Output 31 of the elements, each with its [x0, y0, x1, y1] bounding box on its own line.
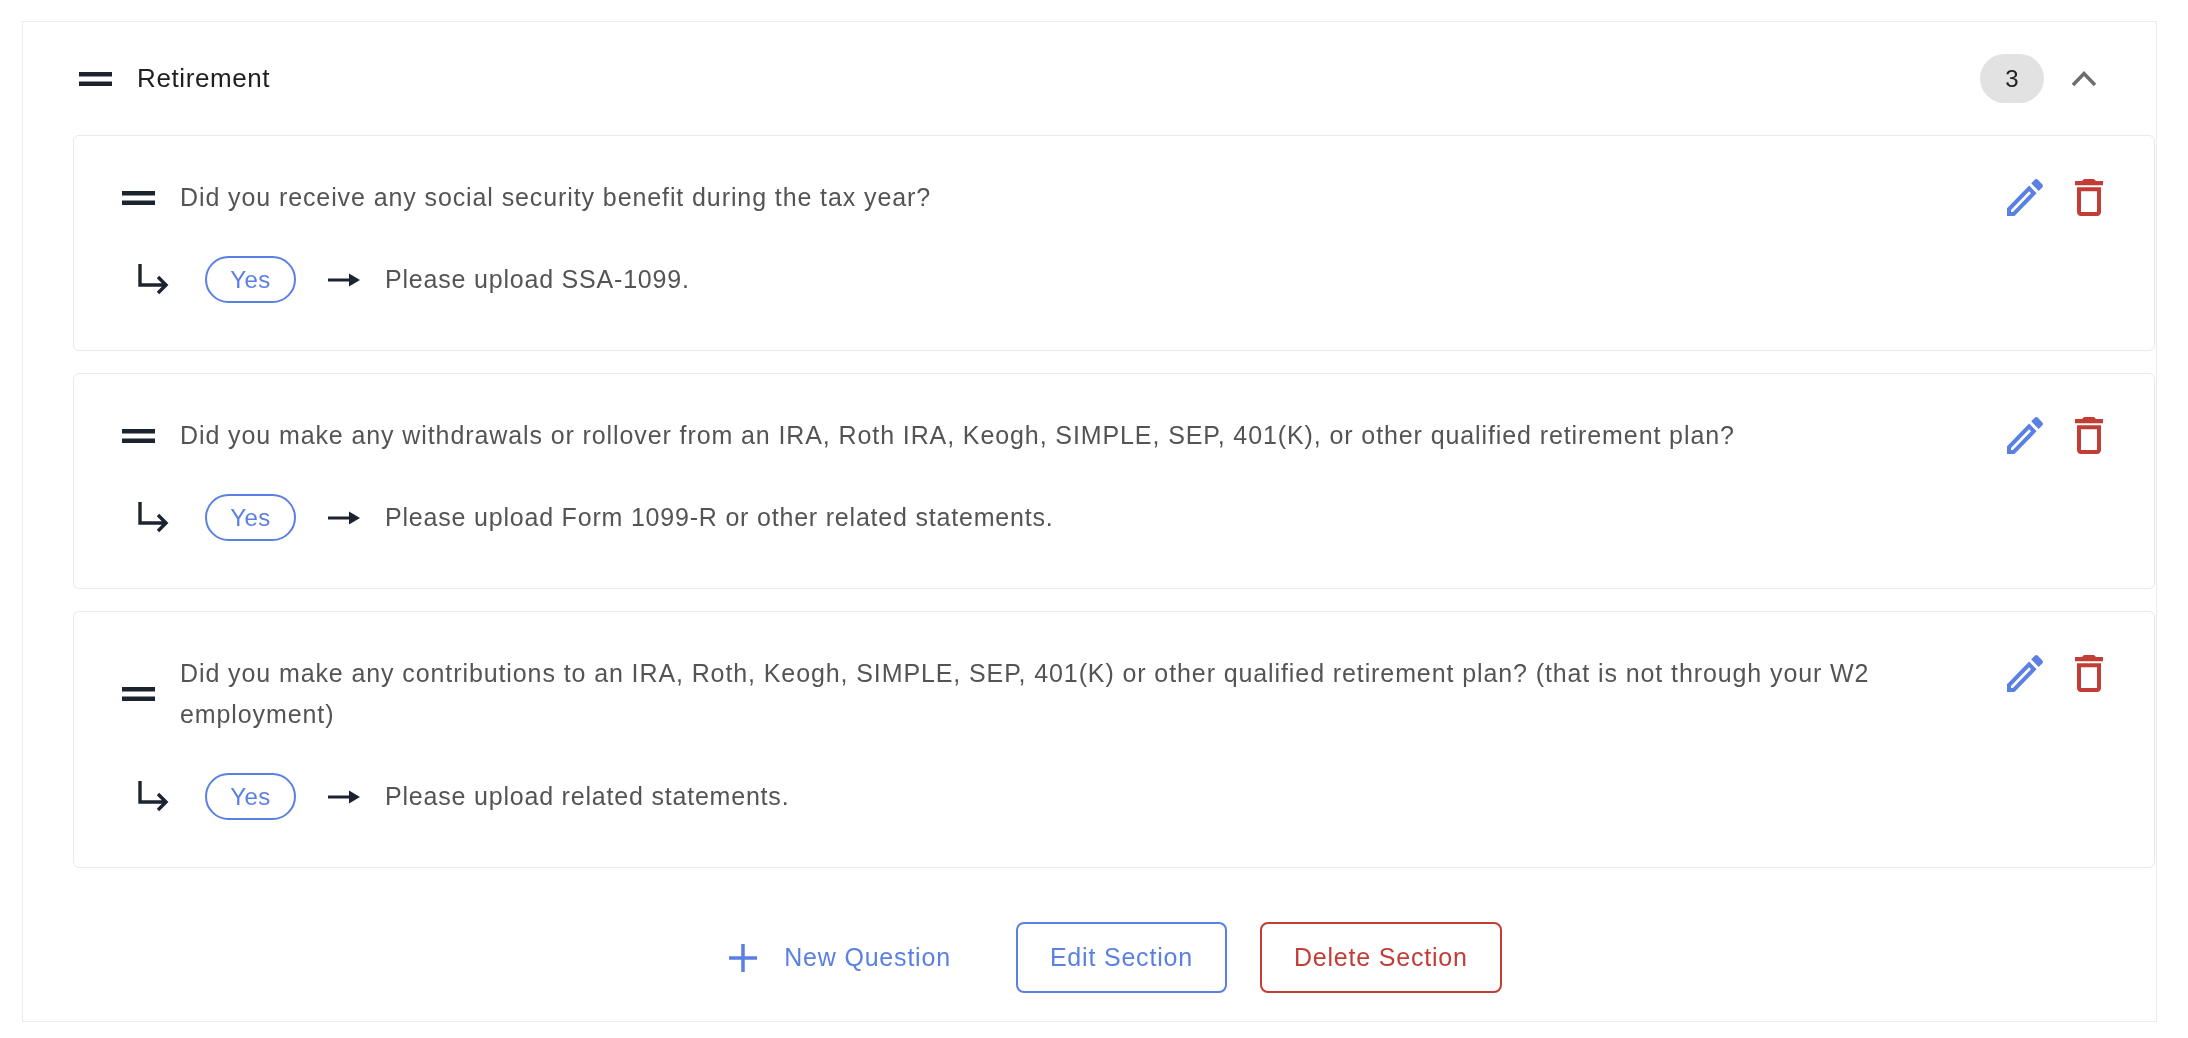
edit-section-button[interactable]: Edit Section [1015, 922, 1227, 993]
trash-icon[interactable] [2075, 417, 2103, 454]
turn-right-arrow-icon [138, 780, 169, 813]
drag-handle-icon[interactable] [79, 71, 112, 86]
pencil-icon[interactable] [2007, 179, 2043, 216]
action-text: Please upload related statements. [385, 780, 790, 812]
turn-right-arrow-icon [138, 263, 169, 296]
section-title: Retirement [137, 62, 271, 95]
right-arrow-icon [328, 789, 360, 804]
drag-handle-icon[interactable] [122, 190, 155, 205]
trash-icon[interactable] [2075, 655, 2103, 692]
count-badge: 3 [1980, 54, 2044, 103]
chevron-up-icon[interactable] [2071, 70, 2097, 87]
action-text: Please upload Form 1099-R or other related statements. [385, 501, 1054, 533]
pencil-icon[interactable] [2007, 655, 2043, 692]
trash-icon[interactable] [2075, 179, 2103, 216]
answer-tag: Yes [205, 773, 296, 820]
question-text: Did you make any contributions to an IRA, Roth, Keogh, SIMPLE, SEP, 401(K) or other qualified retirement plan? (that is not through your W2 employment) [180, 658, 1871, 730]
drag-handle-icon[interactable] [122, 687, 155, 701]
pencil-icon[interactable] [2007, 417, 2043, 454]
delete-section-button[interactable]: Delete Section [1259, 922, 1502, 993]
plus-icon [729, 943, 758, 972]
answer-tag: Yes [205, 256, 296, 303]
drag-handle-icon[interactable] [122, 428, 155, 443]
action-text: Please upload SSA-1099. [385, 263, 690, 295]
answer-tag: Yes [205, 494, 296, 541]
question-text: Did you make any withdrawals or rollover from an IRA, Roth IRA, Keogh, SIMPLE, SEP, 401(K), or other qualified retirement plan? [180, 420, 1735, 451]
question-text: Did you receive any social security benefit during the tax year? [180, 182, 932, 213]
right-arrow-icon [328, 272, 360, 287]
right-arrow-icon [328, 510, 360, 525]
turn-right-arrow-icon [138, 501, 169, 534]
